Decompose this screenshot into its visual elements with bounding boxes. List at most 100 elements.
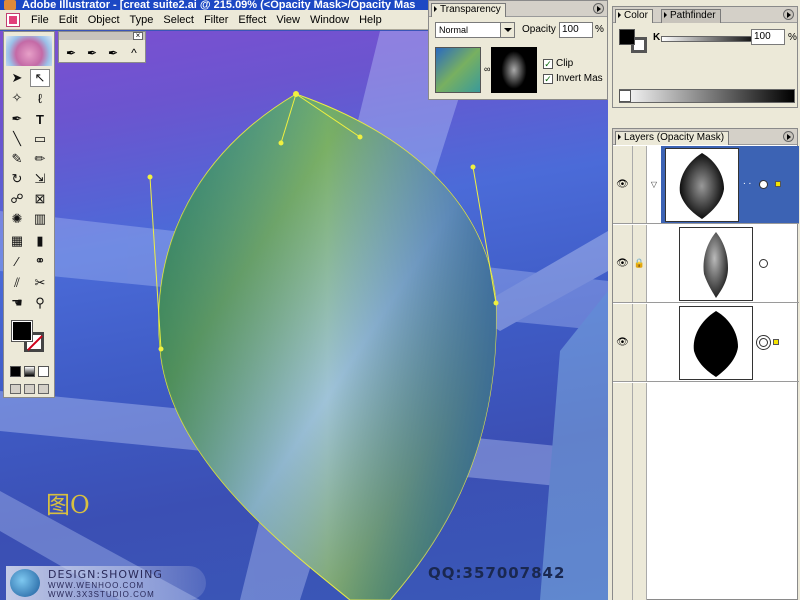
screen-mode-menu-button[interactable] <box>24 384 35 394</box>
illustrator-flower-logo <box>6 36 52 66</box>
target-icon[interactable] <box>759 180 768 189</box>
menu-bar: File Edit Object Type Select Filter Effe… <box>0 10 430 30</box>
color-mode-button[interactable] <box>10 366 21 377</box>
selection-icon[interactable]: ➤ <box>7 69 27 87</box>
window-title: Adobe Illustrator - [creat suite2.ai @ 2… <box>22 0 416 10</box>
lock-icon[interactable]: 🔒 <box>633 225 647 302</box>
delete-anchor-point-icon[interactable]: ✒ <box>104 44 122 62</box>
invert-mask-checkbox[interactable]: ✓ <box>543 74 553 84</box>
scissors-icon[interactable]: ✂ <box>30 274 50 292</box>
studio-logo <box>10 569 40 597</box>
opacity-mask-thumbnail[interactable] <box>491 47 537 93</box>
menu-edit[interactable]: Edit <box>54 14 83 26</box>
qq-contact: QQ:357007842 <box>428 564 566 582</box>
k-value-input[interactable]: 100 <box>751 29 785 45</box>
slice-icon[interactable]: ⫽ <box>7 274 27 292</box>
pen-icon[interactable]: ✒ <box>7 110 27 128</box>
warp-icon[interactable]: ☍ <box>7 190 27 208</box>
eyedropper-icon[interactable]: ⁄ <box>7 252 27 270</box>
watermark-line1: DESIGN:SHOWING <box>48 568 163 581</box>
layers-palette: Layers (Opacity Mask) 👁 ▽ . . 👁 🔒 👁 <box>612 128 799 600</box>
menu-select[interactable]: Select <box>158 14 199 26</box>
blend-icon[interactable]: ⚭ <box>30 252 50 270</box>
screen-mode-standard-button[interactable] <box>10 384 21 394</box>
menu-view[interactable]: View <box>271 14 305 26</box>
tab-pathfinder[interactable]: Pathfinder <box>661 9 721 23</box>
color-palette: Color Pathfinder K 100 % <box>612 6 798 108</box>
k-unit: % <box>788 32 797 43</box>
paintbrush-icon[interactable]: ✎ <box>7 150 27 168</box>
menu-effect[interactable]: Effect <box>233 14 271 26</box>
scale-icon[interactable]: ⇲ <box>30 170 50 188</box>
type-icon[interactable]: T <box>30 110 50 128</box>
menu-help[interactable]: Help <box>354 14 387 26</box>
artwork <box>0 31 608 600</box>
menu-file[interactable]: File <box>26 14 54 26</box>
link-icon[interactable]: ∞ <box>484 63 490 75</box>
opacity-unit: % <box>595 24 604 35</box>
blend-mode-select[interactable]: Normal <box>435 22 515 38</box>
palette-menu-icon[interactable] <box>783 131 794 142</box>
rectangle-icon[interactable]: ▭ <box>30 130 50 148</box>
rotate-icon[interactable]: ↻ <box>7 170 27 188</box>
tab-color[interactable]: Color <box>615 9 653 23</box>
artboard-canvas[interactable]: 图O <box>0 31 608 600</box>
symbol-sprayer-icon[interactable]: ✺ <box>7 210 27 228</box>
line-icon[interactable]: ╲ <box>7 130 27 148</box>
layer-row[interactable]: 👁 🔒 <box>613 225 799 303</box>
pen-icon[interactable]: ✒ <box>62 44 80 62</box>
watermark-banner: DESIGN:SHOWING WWW.WENHOO.COM WWW.3X3STU… <box>6 566 206 600</box>
invert-mask-label: Invert Mas <box>556 73 603 84</box>
figure-label: 图O <box>46 491 90 519</box>
add-anchor-point-icon[interactable]: ✒ <box>83 44 101 62</box>
eye-icon[interactable]: 👁 <box>613 225 633 302</box>
opacity-input[interactable]: 100 <box>559 22 593 38</box>
expand-triangle-icon[interactable]: ▽ <box>647 146 661 223</box>
screen-mode-full-button[interactable] <box>38 384 49 394</box>
close-icon[interactable]: × <box>133 32 143 40</box>
layer-row[interactable]: 👁 <box>613 304 799 382</box>
direct-selection-icon[interactable]: ↖ <box>30 69 50 87</box>
lock-toggle[interactable] <box>633 304 647 381</box>
color-ramp[interactable] <box>619 89 795 103</box>
free-transform-icon[interactable]: ⊠ <box>30 190 50 208</box>
eye-icon[interactable]: 👁 <box>613 146 633 223</box>
layer-thumbnail <box>665 148 739 222</box>
menu-filter[interactable]: Filter <box>199 14 233 26</box>
document-icon[interactable] <box>6 12 20 27</box>
eye-icon[interactable]: 👁 <box>613 304 633 381</box>
channel-k-label: K <box>653 32 661 43</box>
none-mode-button[interactable] <box>38 366 49 377</box>
toolbox: ➤ ↖ ✧ ℓ ✒ T ╲ ▭ ✎ ✏ ↻ ⇲ ☍ ⊠ ✺ ▥ ▦ ▮ ⁄ ⚭ … <box>3 31 55 398</box>
graph-icon[interactable]: ▥ <box>30 210 50 228</box>
clip-checkbox[interactable]: ✓ <box>543 59 553 69</box>
k-slider[interactable] <box>661 36 761 42</box>
zoom-icon[interactable]: ⚲ <box>30 294 50 312</box>
convert-anchor-point-icon[interactable]: ^ <box>125 44 143 62</box>
watermark-line2: WWW.WENHOO.COM <box>48 581 145 590</box>
mesh-icon[interactable]: ▦ <box>7 232 27 250</box>
chevron-down-icon[interactable] <box>500 23 514 37</box>
layer-row[interactable]: 👁 ▽ . . <box>613 146 799 224</box>
palette-menu-icon[interactable] <box>783 9 794 20</box>
fill-swatch[interactable] <box>11 320 33 342</box>
tab-layers[interactable]: Layers (Opacity Mask) <box>615 131 730 145</box>
lasso-icon[interactable]: ℓ <box>30 89 50 107</box>
hand-icon[interactable]: ☚ <box>7 294 27 312</box>
menu-type[interactable]: Type <box>125 14 159 26</box>
pencil-icon[interactable]: ✏ <box>30 150 50 168</box>
magic-wand-icon[interactable]: ✧ <box>7 89 27 107</box>
gradient-mode-button[interactable] <box>24 366 35 377</box>
gradient-icon[interactable]: ▮ <box>30 232 50 250</box>
lock-toggle[interactable] <box>633 146 647 223</box>
tab-transparency[interactable]: Transparency <box>431 3 506 17</box>
fill-swatch[interactable] <box>619 29 635 45</box>
target-icon[interactable] <box>759 259 768 268</box>
target-icon[interactable] <box>759 338 768 347</box>
menu-object[interactable]: Object <box>83 14 125 26</box>
layer-thumbnail <box>679 306 753 380</box>
palette-menu-icon[interactable] <box>593 3 604 14</box>
none-swatch[interactable] <box>619 90 631 102</box>
menu-window[interactable]: Window <box>305 14 354 26</box>
artwork-thumbnail[interactable] <box>435 47 481 93</box>
